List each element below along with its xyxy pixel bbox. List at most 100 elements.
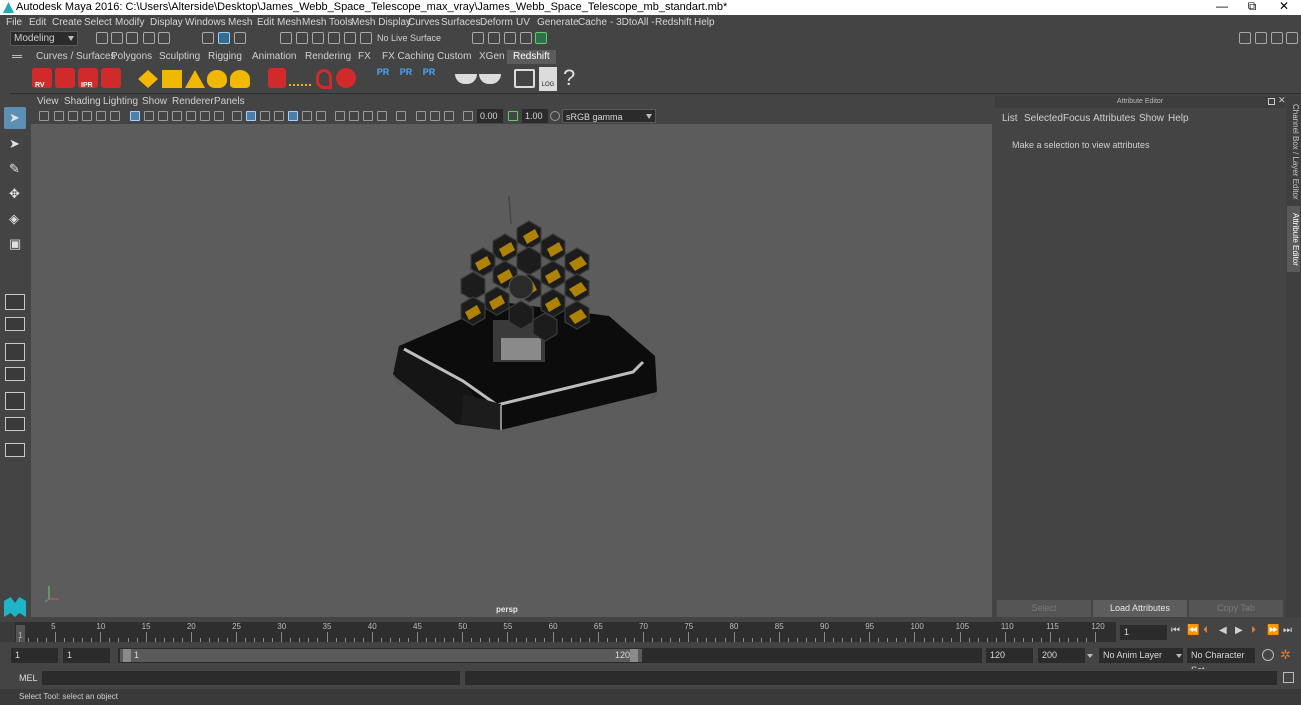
rs-pr-object-icon[interactable]: PR bbox=[373, 67, 393, 91]
two-d-pan-icon[interactable] bbox=[96, 111, 106, 121]
menu-cache[interactable]: Cache bbox=[578, 17, 607, 28]
range-handle-left[interactable] bbox=[123, 649, 131, 662]
smooth-shade-icon[interactable] bbox=[246, 111, 256, 121]
rs-area-light-icon[interactable] bbox=[138, 70, 158, 88]
auto-key-icon[interactable] bbox=[1262, 649, 1274, 661]
grease-pencil-icon[interactable] bbox=[110, 111, 120, 121]
move-tool-icon[interactable]: ✥ bbox=[4, 183, 26, 205]
tab-rendering[interactable]: Rendering bbox=[305, 51, 351, 62]
step-forward-key-icon[interactable]: ⏩ bbox=[1267, 625, 1279, 636]
viewport-menu-renderer[interactable]: Renderer bbox=[172, 96, 214, 107]
magnet-icon[interactable] bbox=[360, 32, 372, 44]
render-current-icon[interactable] bbox=[488, 32, 500, 44]
textured-icon[interactable] bbox=[288, 111, 298, 121]
menu-surfaces[interactable]: Surfaces bbox=[441, 17, 480, 28]
rs-ipr-icon[interactable]: IPR bbox=[78, 68, 98, 89]
tab-polygons[interactable]: Polygons bbox=[111, 51, 152, 62]
persp-outliner-layout-icon[interactable] bbox=[5, 343, 25, 361]
select-component-icon[interactable] bbox=[234, 32, 246, 44]
image-plane-icon[interactable] bbox=[82, 111, 92, 121]
playback-start-field[interactable]: 1 bbox=[63, 648, 110, 663]
rs-pr-sequence-icon[interactable]: PR bbox=[419, 67, 439, 91]
rs-render-view-icon[interactable]: RV bbox=[32, 68, 52, 89]
rs-material-icon[interactable] bbox=[336, 68, 356, 88]
script-editor-icon[interactable] bbox=[1283, 672, 1294, 683]
rs-spot-light-icon[interactable] bbox=[185, 70, 205, 88]
minimize-button[interactable]: — bbox=[1206, 0, 1238, 13]
menu-curves[interactable]: Curves bbox=[408, 17, 440, 28]
tab-attribute-editor[interactable]: Attribute Editor bbox=[1287, 206, 1300, 272]
playback-end-field[interactable]: 120 bbox=[986, 648, 1033, 663]
rs-volume-icon[interactable] bbox=[289, 74, 311, 86]
new-scene-icon[interactable] bbox=[96, 32, 108, 44]
play-forward-icon[interactable]: ▶ bbox=[1235, 625, 1243, 636]
xray-components-icon[interactable] bbox=[444, 111, 454, 121]
gamma-icon[interactable] bbox=[508, 111, 518, 121]
menu-help[interactable]: Help bbox=[694, 17, 715, 28]
rs-hair-icon[interactable] bbox=[316, 69, 332, 89]
viewport-menu-view[interactable]: View bbox=[37, 96, 59, 107]
ae-menu-list[interactable]: List bbox=[1002, 113, 1018, 124]
live-surface-label[interactable]: No Live Surface bbox=[377, 33, 441, 43]
field-chart-icon[interactable] bbox=[186, 111, 196, 121]
tab-rigging[interactable]: Rigging bbox=[208, 51, 242, 62]
scale-tool-icon[interactable]: ▣ bbox=[4, 233, 26, 255]
mode-dropdown[interactable]: Modeling bbox=[10, 31, 78, 46]
gamma-field[interactable]: 1.00 bbox=[522, 109, 548, 123]
screen-space-ao-icon[interactable] bbox=[335, 111, 345, 121]
float-panel-icon[interactable] bbox=[1268, 98, 1275, 105]
rotate-tool-icon[interactable]: ◈ bbox=[4, 208, 26, 230]
range-slider-handle[interactable]: 1 120 bbox=[120, 649, 642, 662]
character-set-dropdown[interactable]: No Character Set bbox=[1187, 648, 1255, 675]
rs-bowl-alt-icon[interactable] bbox=[479, 74, 501, 84]
single-perspective-layout-icon[interactable] bbox=[5, 294, 25, 310]
custom-layout-icon[interactable] bbox=[5, 443, 25, 457]
menu-3dtoall[interactable]: - 3DtoAll - bbox=[610, 17, 654, 28]
snap-view-plane-icon[interactable] bbox=[328, 32, 340, 44]
workspace-icon[interactable] bbox=[1239, 32, 1251, 44]
ae-select-button[interactable]: Select bbox=[997, 600, 1091, 617]
menu-deform[interactable]: Deform bbox=[480, 17, 513, 28]
viewport-menu-lighting[interactable]: Lighting bbox=[103, 96, 138, 107]
ae-menu-help[interactable]: Help bbox=[1168, 113, 1189, 124]
four-view-layout-icon[interactable] bbox=[5, 317, 25, 331]
animation-start-field[interactable]: 1 bbox=[11, 648, 58, 663]
render-view-icon[interactable] bbox=[472, 32, 484, 44]
help-icon[interactable]: ? bbox=[563, 65, 575, 91]
preferences-icon[interactable]: ✲ bbox=[1280, 647, 1291, 663]
render-settings-icon[interactable] bbox=[520, 32, 532, 44]
safe-title-icon[interactable] bbox=[214, 111, 224, 121]
snap-grid-icon[interactable] bbox=[280, 32, 292, 44]
ae-menu-selected[interactable]: Selected bbox=[1024, 113, 1063, 124]
wireframe-on-shaded-icon[interactable] bbox=[274, 111, 284, 121]
snap-live-icon[interactable] bbox=[344, 32, 356, 44]
outliner-persp-layout-icon[interactable] bbox=[5, 417, 25, 431]
menu-redshift[interactable]: Redshift bbox=[655, 17, 692, 28]
rs-bowl-icon[interactable] bbox=[455, 74, 477, 84]
perspective-viewport[interactable]: persp bbox=[31, 124, 992, 617]
go-to-end-icon[interactable]: ⏭ bbox=[1283, 625, 1292, 636]
tab-sculpting[interactable]: Sculpting bbox=[159, 51, 200, 62]
tab-custom[interactable]: Custom bbox=[437, 51, 471, 62]
safe-action-icon[interactable] bbox=[200, 111, 210, 121]
grid-icon[interactable] bbox=[130, 111, 140, 121]
bookmark-icon[interactable] bbox=[68, 111, 78, 121]
camera-select-icon[interactable] bbox=[39, 111, 49, 121]
viewport-menu-shading[interactable]: Shading bbox=[64, 96, 101, 107]
menu-edit-mesh[interactable]: Edit Mesh bbox=[257, 17, 301, 28]
gate-mask-icon[interactable] bbox=[172, 111, 182, 121]
menu-windows[interactable]: Windows bbox=[185, 17, 226, 28]
range-handle-right[interactable] bbox=[630, 649, 638, 662]
mel-input[interactable] bbox=[42, 671, 460, 685]
redo-icon[interactable] bbox=[158, 32, 170, 44]
rs-pr-export-icon[interactable]: PR bbox=[396, 67, 416, 91]
select-hierarchy-icon[interactable] bbox=[202, 32, 214, 44]
step-forward-frame-icon[interactable]: ⏵ bbox=[1251, 625, 1256, 636]
ae-copy-tab-button[interactable]: Copy Tab bbox=[1189, 600, 1283, 617]
select-object-icon[interactable] bbox=[218, 32, 230, 44]
color-management-icon[interactable] bbox=[550, 111, 560, 121]
current-frame-field[interactable]: 1 bbox=[1120, 625, 1167, 640]
menu-modify[interactable]: Modify bbox=[115, 17, 144, 28]
paint-select-tool-icon[interactable]: ✎ bbox=[4, 158, 26, 180]
rs-dome-light-icon[interactable] bbox=[230, 70, 250, 88]
